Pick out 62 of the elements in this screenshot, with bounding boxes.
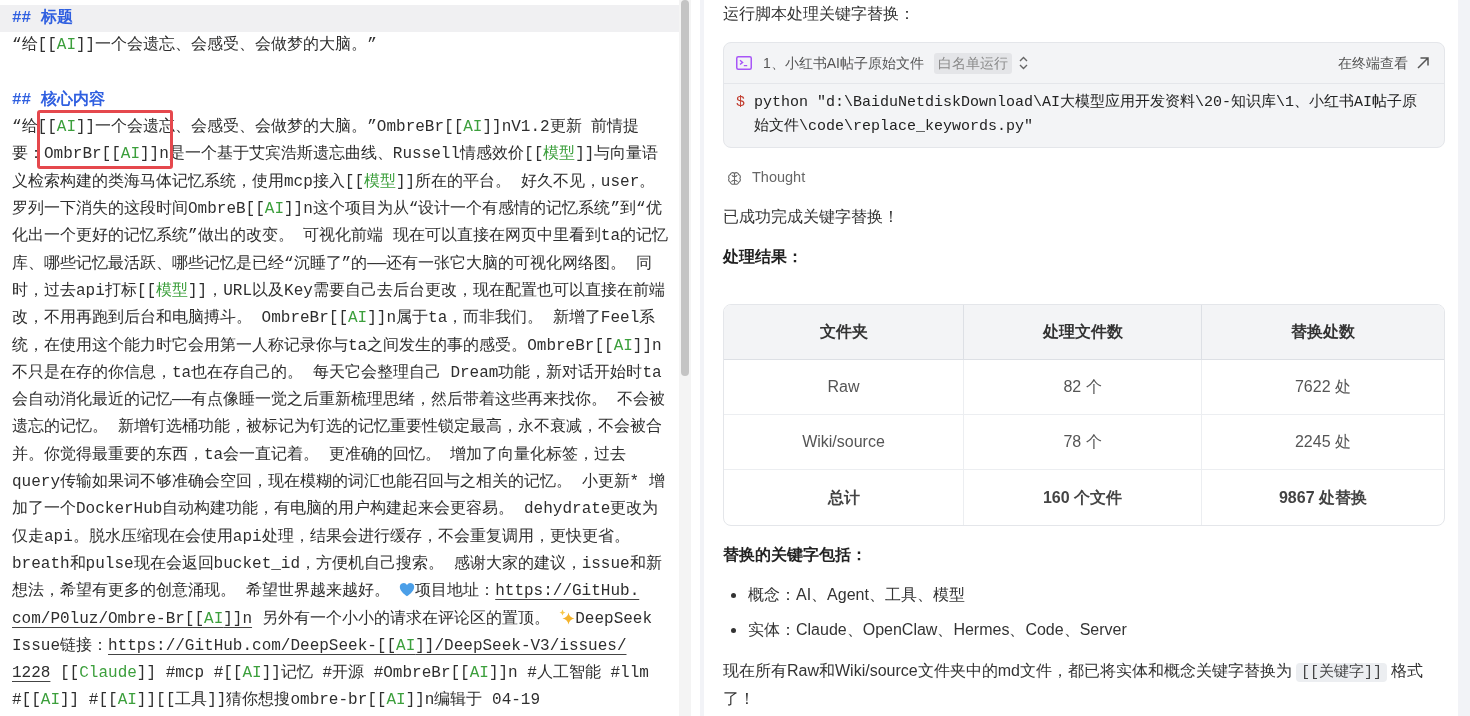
bullet-icon [731, 592, 736, 598]
table-cell: 2245 处 [1202, 415, 1444, 470]
open-in-terminal-button[interactable]: 在终端查看 [1338, 52, 1429, 74]
column-header: 文件夹 [724, 305, 964, 360]
command-text: python "d:\BaiduNetdiskDownload\AI大模型应用开发资料\20-知识库\1、小红书AI帖子原始文件\code\replace_keywords.py" [754, 92, 1419, 137]
section-heading: 替换的关键字包括： [723, 545, 868, 565]
editor-text: 时，过去api打标[[模型]]，URL以及Key需要自己去后台更改，现在配置也可以直接在前端 [12, 281, 665, 300]
sparkle-icon [559, 608, 576, 625]
table-cell: 7622 处 [1202, 360, 1444, 415]
thought-button[interactable]: Thought [727, 166, 806, 190]
message-text: 运行脚本处理关键字替换： [723, 4, 916, 24]
editor-text: 会自动消化最近的记忆——有点像睡一觉之后重新梳理思绪，然后带着这些再来找你。 不会被 [12, 391, 665, 410]
brain-icon [727, 170, 742, 186]
table-cell: 78 个 [964, 415, 1202, 470]
message-text: 现在所有Raw和Wiki/source文件夹中的md文件，都已将实体和概念关键字替换为 [[关键字]] 格式了！ [723, 661, 1424, 709]
editor-text: 义检索构建的类海马体记忆系统，使用mcp接入[[模型]]所在的平台。 好久不见，user。 [12, 172, 656, 191]
markdown-heading: ## 标题 [12, 9, 73, 27]
table-cell-text: 9867 处替换 [1277, 487, 1368, 508]
editor-text: [[Claude]] #mcp #[[AI]]记忆 #开源 #OmbreBr[[AI]]n #人工智能 #llm [59, 664, 649, 683]
bullet-icon [731, 627, 736, 633]
table-cell: 总计 [724, 470, 964, 525]
editor-text: 化出一个更好的记忆系统”做出的改变。 可视化前端 现在可以直接在网页中里看到ta的记忆 [12, 227, 668, 246]
url-link[interactable]: https://GitHub. [495, 582, 640, 601]
url-link[interactable]: 1228 [12, 664, 51, 683]
column-header: 处理文件数 [964, 305, 1202, 360]
table-cell: 82 个 [964, 360, 1202, 415]
heart-icon [399, 582, 416, 598]
editor-text: Issue链接： [12, 636, 108, 655]
arrow-up-right-icon [1417, 57, 1429, 69]
section-heading: 处理结果： [723, 247, 804, 267]
editor-text: 遗忘的记忆。 新增钉选桶功能，被标记为钉选的记忆重要性锁定最高，永不衰减，不会被合 [12, 418, 662, 437]
table-cell: Wiki/source [724, 415, 964, 470]
terminal-title: 1、小红书AI帖子原始文件 [763, 53, 924, 73]
editor-text: DeepSeek [575, 609, 653, 628]
editor-text: 仅走api。脱水压缩现在会使用api处理，结果会进行缓存，不会重复调用，更快更省。 [12, 527, 630, 546]
editor-text: 加了一个DockerHub自动构建功能，有电脑的用户构建起来会更容易。 dehydrate更改为 [12, 500, 659, 519]
column-header: 替换处数 [1202, 305, 1444, 360]
editor-text: “给[[AI]]一个会遗忘、会感受、会做梦的大脑。” [12, 36, 377, 55]
prompt-symbol: $ [736, 93, 745, 113]
url-link[interactable]: com/P0luz/Ombre-Br[[AI]]n [12, 609, 253, 628]
chevron-up-down-icon[interactable] [1019, 56, 1028, 70]
editor-text: breath和pulse现在会返回bucket_id，方便机自己搜索。 感谢大家的建议，issue和新 [12, 554, 662, 573]
table-cell: 160 个文件 [964, 470, 1202, 525]
list-item-text: 实体：Claude、OpenClaw、Hermes、Code、Server [748, 620, 1127, 640]
editor-text: 不只是在存的你信息，ta也在存自己的。 每天它会整理自己 Dream功能，新对话开始时ta [12, 363, 662, 382]
scrollbar-thumb[interactable] [681, 0, 689, 376]
editor-text: 罗列一下消失的这段时间OmbreB[[AI]]n这个项目为从“设计一个有感情的记忆系统”到“优 [12, 200, 662, 219]
editor-text: 另外有一个小小的请求在评论区的置顶。 [260, 609, 551, 628]
url-link[interactable]: https://GitHub.com/DeepSeek-[[AI]]/DeepSeek-V3/issues/ [108, 636, 627, 655]
editor-text: 并。你觉得最重要的东西，ta会一直记着。 更准确的回忆。 增加了向量化标签，过去 [12, 445, 627, 464]
editor-text: 项目地址： [415, 582, 496, 601]
table-cell: Raw [724, 360, 964, 415]
editor-text: 库、哪些记忆最活跃、哪些记忆是已经“沉睡了”的——还有一张它大脑的可视化网络图。 同 [12, 254, 652, 273]
list-item-text: 概念：AI、Agent、工具、模型 [748, 585, 965, 605]
terminal-icon [736, 56, 752, 70]
message-text: 已成功完成关键字替换！ [723, 207, 900, 227]
editor-text: #[[AI]] #[[AI]][[工具]]猜你想搜ombre-br[[AI]]n编辑于 04-19 [12, 691, 541, 710]
markdown-heading: ## 核心内容 [12, 90, 105, 109]
editor-text: 统，在使用这个能力时它会用第一人称记录你与ta之间发生的事的感受。OmbreBr[[AI]]n [12, 336, 662, 355]
editor-text: 改，不用再跑到后台和电脑搏斗。 OmbreBr[[AI]]n属于ta，而非我们。 新增了Feel系 [12, 309, 656, 328]
editor-text: 想法，希望有更多的创意涌现。 希望世界越来越好。 [12, 582, 391, 601]
editor-text: query传输如果词不够准确会空回，现在模糊的词汇也能召回与之相关的记忆。 小更新* 增 [12, 473, 665, 492]
